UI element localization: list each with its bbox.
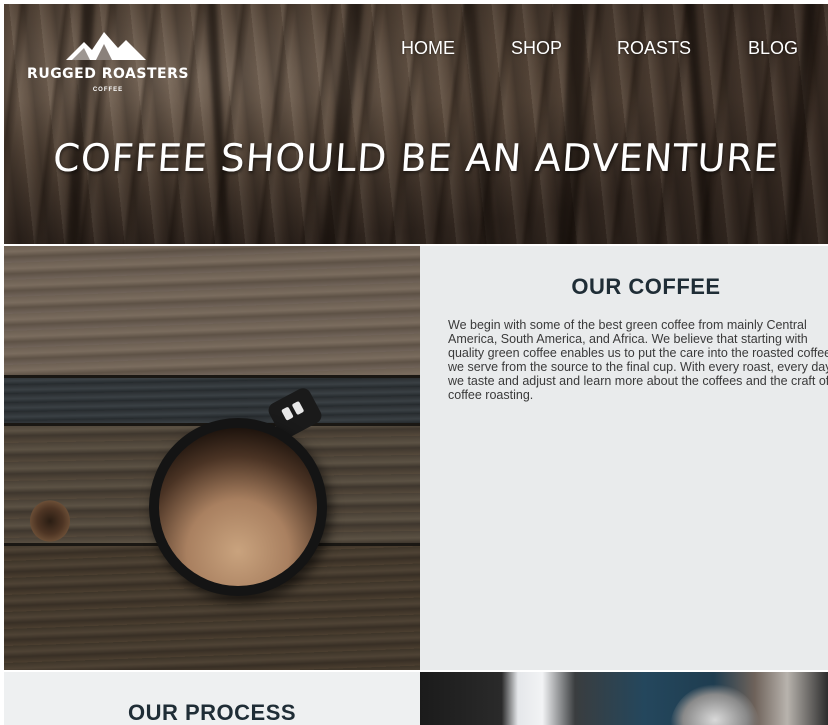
coffee-cup-image (4, 246, 420, 670)
wood-plank (4, 376, 420, 424)
wood-plank (4, 246, 420, 376)
our-process-section: OUR PROCESS (4, 672, 420, 725)
main-nav: HOME SHOP ROASTS BLOG (4, 38, 828, 62)
logo-name: RUGGED ROASTERS (27, 66, 189, 82)
our-coffee-section: OUR COFFEE We begin with some of the bes… (420, 246, 828, 670)
coffee-mug (149, 418, 327, 596)
wood-knot (30, 500, 70, 542)
nav-blog-link[interactable]: BLOG (748, 38, 798, 59)
our-coffee-heading: OUR COFFEE (571, 274, 721, 299)
kettle-shape (670, 684, 760, 725)
hero-banner: RUGGED ROASTERS COFFEE HOME SHOP ROASTS … (4, 4, 828, 244)
logo-subtitle: COFFEE (92, 87, 124, 93)
hero-tagline: COFFEE SHOULD BE AN ADVENTURE (51, 136, 781, 180)
nav-roasts-link[interactable]: ROASTS (617, 38, 691, 59)
plank-seam (4, 375, 420, 378)
process-image (420, 672, 828, 725)
our-process-heading: OUR PROCESS (127, 700, 297, 725)
nav-home-link[interactable]: HOME (401, 38, 455, 59)
nav-shop-link[interactable]: SHOP (511, 38, 562, 59)
coffee-liquid (159, 428, 317, 586)
our-coffee-text: We begin with some of the best green cof… (448, 318, 828, 402)
